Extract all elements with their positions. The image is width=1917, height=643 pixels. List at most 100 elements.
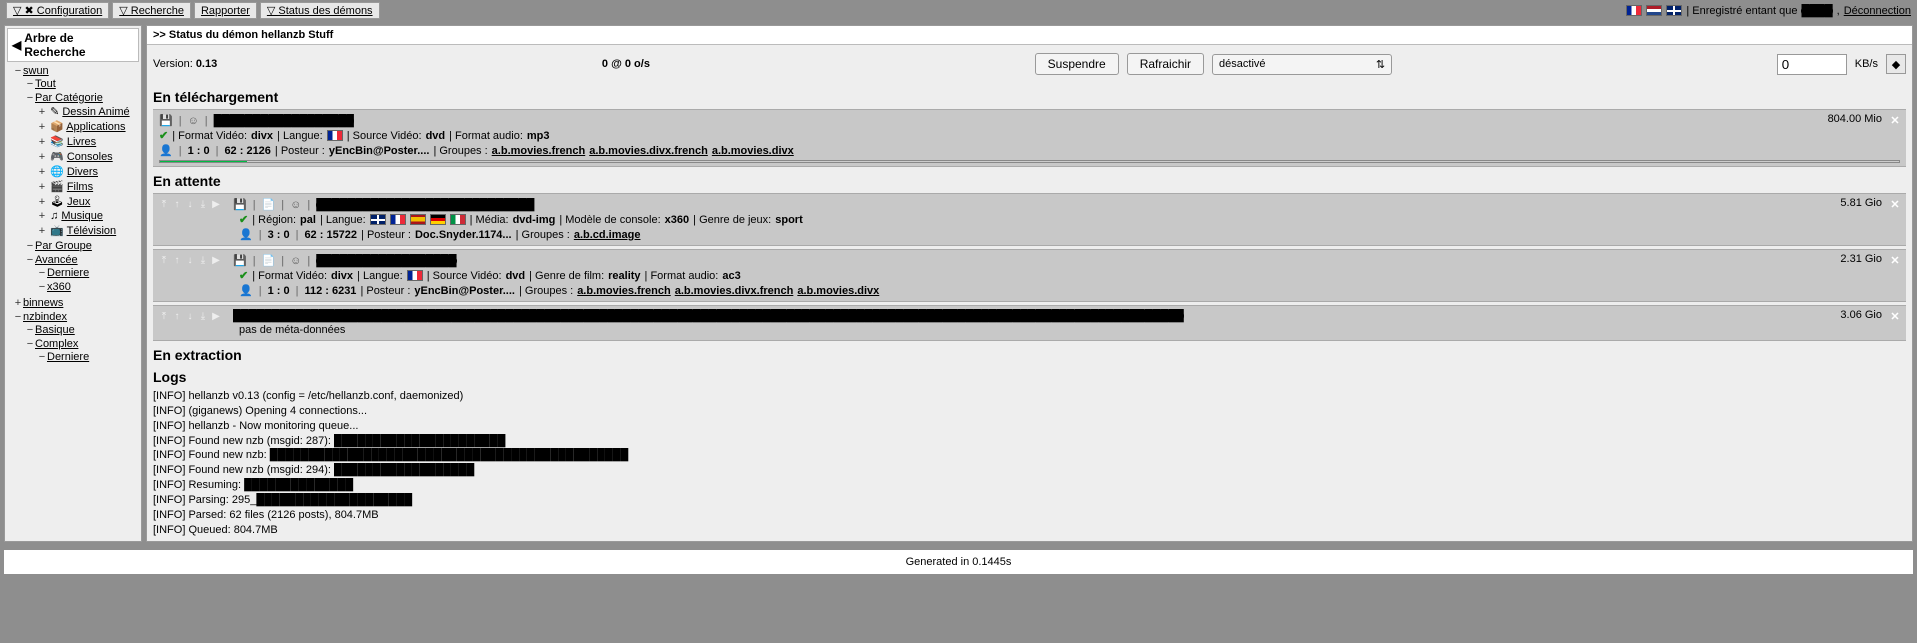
version-value: 0.13 xyxy=(196,58,217,70)
menu-status-demons[interactable]: ▽ Status des démons xyxy=(260,2,380,19)
title-redacted[interactable]: ██████████████████ xyxy=(316,255,456,267)
log-line: [INFO] Found new nzb: ██████████████████… xyxy=(153,448,1906,463)
tree-derniere[interactable]: Derniere xyxy=(47,267,89,279)
move-top-icon[interactable]: ⤒ xyxy=(159,311,169,321)
tree-applications[interactable]: Applications xyxy=(66,121,125,133)
tree-nzbindex[interactable]: nzbindex xyxy=(23,311,67,323)
item-size: 5.81 Gio xyxy=(1840,197,1882,209)
group-link[interactable]: a.b.movies.french xyxy=(577,285,671,297)
move-bottom-icon[interactable]: ⤓ xyxy=(198,256,208,266)
poster-label: | Posteur : xyxy=(361,229,411,241)
log-line: [INFO] Queued: 804.7MB xyxy=(153,523,1906,538)
close-icon[interactable]: ✕ xyxy=(1888,197,1902,211)
section-queued: En attente xyxy=(153,173,1906,189)
title-redacted[interactable]: ████████████████████████████ xyxy=(316,199,534,211)
transfer-rate: 0 @ 0 o/s xyxy=(602,58,650,70)
poster-value: Doc.Snyder.1174... xyxy=(415,229,512,241)
tree-jeux[interactable]: Jeux xyxy=(67,196,90,208)
check-icon: ✔ xyxy=(239,269,248,282)
tree-musique[interactable]: Musique xyxy=(61,210,103,222)
item-size: 3.06 Gio xyxy=(1840,309,1882,321)
group-link[interactable]: a.b.movies.divx xyxy=(712,145,794,157)
tree-films[interactable]: Films xyxy=(67,181,93,193)
move-up-icon[interactable]: ↑ xyxy=(172,311,182,321)
posts: 62 : 2126 xyxy=(224,145,270,157)
close-icon[interactable]: ✕ xyxy=(1888,309,1902,323)
tree-divers[interactable]: Divers xyxy=(67,166,98,178)
play-icon[interactable]: ▶ xyxy=(211,311,221,321)
suspend-button[interactable]: Suspendre xyxy=(1035,53,1119,75)
src-label: | Source Vidéo: xyxy=(347,130,422,142)
tree-tout[interactable]: Tout xyxy=(35,78,56,90)
fmt-label: | Format Vidéo: xyxy=(252,270,327,282)
move-down-icon[interactable]: ↓ xyxy=(185,256,195,266)
lang-en-icon[interactable] xyxy=(1666,5,1682,16)
move-top-icon[interactable]: ⤒ xyxy=(159,256,169,266)
tree-livres[interactable]: Livres xyxy=(67,136,96,148)
counts: 1 : 0 xyxy=(268,285,290,297)
log-line: [INFO] Found new nzb (msgid: 287): █████… xyxy=(153,434,1906,449)
group-link[interactable]: a.b.movies.divx xyxy=(797,285,879,297)
cat-icon: 🎬 xyxy=(50,181,64,193)
close-icon[interactable]: ✕ xyxy=(1888,113,1902,127)
tree-dessin-anime[interactable]: Dessin Animé xyxy=(62,106,129,118)
title-redacted[interactable]: ██████████████████ xyxy=(214,115,354,127)
tree-par-groupe[interactable]: Par Groupe xyxy=(35,240,92,252)
select-value: désactivé xyxy=(1219,58,1265,70)
refresh-button[interactable]: Rafraichir xyxy=(1127,53,1204,75)
group-link[interactable]: a.b.movies.divx.french xyxy=(589,145,708,157)
groups-label: | Groupes : xyxy=(433,145,487,157)
speed-limit-input[interactable] xyxy=(1777,54,1847,75)
tree-par-categorie[interactable]: Par Catégorie xyxy=(35,92,103,104)
move-down-icon[interactable]: ↓ xyxy=(185,200,195,210)
move-down-icon[interactable]: ↓ xyxy=(185,311,195,321)
menu-configuration[interactable]: ▽ ✖ Configuration xyxy=(6,2,109,19)
move-up-icon[interactable]: ↑ xyxy=(172,256,182,266)
username-redacted: ████ xyxy=(1801,5,1832,17)
doc-icon: 📄 xyxy=(262,198,276,211)
tree-consoles[interactable]: Consoles xyxy=(67,151,113,163)
menu-rapporter[interactable]: Rapporter xyxy=(194,2,257,19)
tree-x360[interactable]: x360 xyxy=(47,281,71,293)
tree-avancee[interactable]: Avancée xyxy=(35,254,78,266)
speed-apply-button[interactable]: ◆ xyxy=(1886,54,1906,74)
cat-icon: ♫ xyxy=(50,210,58,222)
face-icon: ☺ xyxy=(188,115,199,127)
group-link[interactable]: a.b.cd.image xyxy=(574,229,641,241)
close-icon[interactable]: ✕ xyxy=(1888,253,1902,267)
refresh-select[interactable]: désactivé ⇅ xyxy=(1212,54,1392,75)
genre-value: reality xyxy=(608,270,640,282)
cat-icon: 📚 xyxy=(50,136,64,148)
group-link[interactable]: a.b.movies.french xyxy=(492,145,586,157)
log-line: [INFO] Parsing: 295_████████████████████ xyxy=(153,493,1906,508)
play-icon[interactable]: ▶ xyxy=(211,200,221,210)
log-line: [INFO] hellanzb v0.13 (config = /etc/hel… xyxy=(153,389,1906,404)
genre-value: sport xyxy=(775,214,803,226)
tree-complex[interactable]: Complex xyxy=(35,338,78,350)
tree-swun[interactable]: swun xyxy=(23,65,49,77)
item-size: 804.00 Mio xyxy=(1828,113,1882,125)
aud-value: ac3 xyxy=(722,270,740,282)
group-link[interactable]: a.b.movies.divx.french xyxy=(675,285,794,297)
play-icon[interactable]: ▶ xyxy=(211,256,221,266)
sidebar-collapse-icon[interactable]: ◀ xyxy=(12,38,21,52)
move-bottom-icon[interactable]: ⤓ xyxy=(198,311,208,321)
move-up-icon[interactable]: ↑ xyxy=(172,200,182,210)
media-label: | Média: xyxy=(470,214,509,226)
move-top-icon[interactable]: ⤒ xyxy=(159,200,169,210)
tree-derniere2[interactable]: Derniere xyxy=(47,351,89,363)
move-bottom-icon[interactable]: ⤓ xyxy=(198,200,208,210)
genre-label: | Genre de jeux: xyxy=(693,214,771,226)
person-icon: 👤 xyxy=(239,228,253,241)
logout-link[interactable]: Déconnection xyxy=(1844,5,1911,17)
tree-basique[interactable]: Basique xyxy=(35,324,75,336)
menu-recherche[interactable]: ▽ Recherche xyxy=(112,2,191,19)
aud-label: | Format audio: xyxy=(449,130,523,142)
poster-label: | Posteur : xyxy=(360,285,410,297)
groups-label: | Groupes : xyxy=(519,285,573,297)
face-icon: ☺ xyxy=(290,255,301,267)
lang-fr-icon[interactable] xyxy=(1626,5,1642,16)
tree-television[interactable]: Télévision xyxy=(67,225,117,237)
lang-nl-icon[interactable] xyxy=(1646,5,1662,16)
tree-binnews[interactable]: binnews xyxy=(23,297,63,309)
